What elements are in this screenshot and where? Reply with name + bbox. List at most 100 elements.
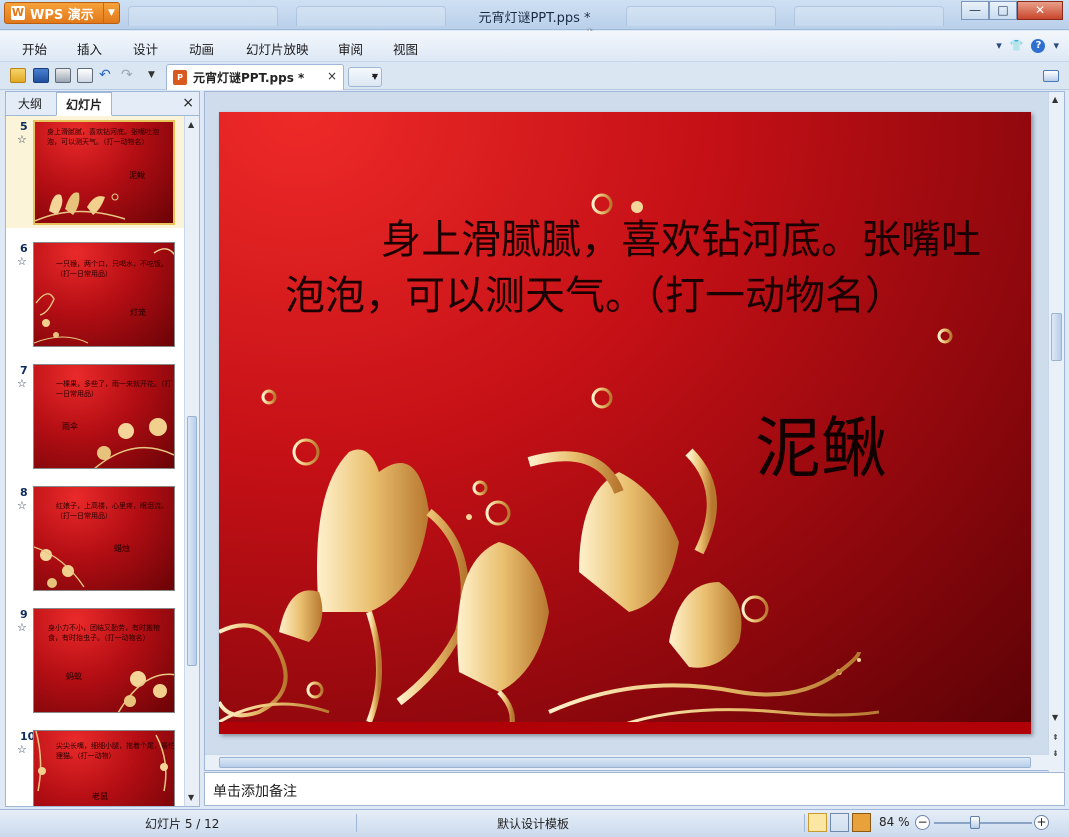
close-tab-icon[interactable]: × (327, 69, 337, 83)
slide-number: 7 (20, 364, 28, 377)
slide-question-text[interactable]: 身上滑腻腻，喜欢钻河底。张嘴吐泡泡，可以测天气。（打一动物名） (285, 212, 985, 324)
animation-star-icon: ☆ (17, 743, 27, 756)
print-preview-icon[interactable] (77, 68, 93, 83)
slide-navigation-panel: 大纲 幻灯片 × 5 ☆ 身上滑腻腻，喜欢钻河底。张嘴吐泡泡，可以测天气。（打一… (5, 91, 200, 807)
menu-item-start[interactable]: 开始 (22, 39, 47, 58)
menu-item-slideshow[interactable]: 幻灯片放映 (246, 39, 309, 58)
tab-slides[interactable]: 幻灯片 (56, 92, 113, 116)
slide-number: 9 (20, 608, 28, 621)
slideshow-view-icon[interactable] (852, 813, 871, 832)
normal-view-icon[interactable] (808, 813, 827, 832)
window-arrange-icon[interactable] (1043, 70, 1059, 82)
zoom-slider-knob[interactable] (970, 816, 980, 829)
slide-thumbnail-image: 尖尖长嘴，细细小腿，拖着个尾，最怕狸猫。（打一动物） 老鼠 (33, 730, 175, 806)
save-icon[interactable] (33, 68, 49, 83)
animation-star-icon: ☆ (17, 377, 27, 390)
slide-answer-text[interactable]: 泥鳅 (755, 395, 887, 491)
slide-number: 6 (20, 242, 28, 255)
next-slide-icon[interactable]: ⇟ (1052, 749, 1059, 758)
divider (804, 814, 805, 832)
quick-access-toolbar: ↶ ↷ ▼ P 元宵灯谜PPT.pps * × + ▼ (0, 61, 1069, 90)
animation-star-icon: ☆ (17, 255, 27, 268)
slide-thumbnail-image: 一棵果，多些了，雨一来就开花。（打一日常用品） 雨伞 (33, 364, 175, 469)
document-tab[interactable]: P 元宵灯谜PPT.pps * × (166, 64, 344, 90)
scrollbar-thumb[interactable] (219, 757, 1031, 768)
presentation-file-icon: P (173, 70, 187, 85)
notes-pane[interactable]: 单击添加备注 (204, 772, 1065, 806)
tab-outline[interactable]: 大纲 (9, 92, 51, 116)
close-panel-icon[interactable]: × (182, 95, 194, 111)
shirt-icon[interactable]: 👕 (1010, 39, 1024, 53)
thumbnail-question: 身上滑腻腻，喜欢钻河底。张嘴吐泡泡，可以测天气。（打一动物名） (47, 128, 159, 146)
slide-bottom-band (219, 722, 1031, 734)
scrollbar-thumb[interactable] (187, 416, 197, 666)
slide-thumbnail-7[interactable]: 7 ☆ 一棵果，多些了，雨一来就开花。（打一日常用品） 雨伞 (6, 360, 184, 472)
menu-item-insert[interactable]: 插入 (77, 39, 102, 58)
flower-decoration (34, 248, 174, 344)
status-bar: 幻灯片 5 / 12 默认设计模板 84 % − + (0, 809, 1069, 837)
undo-icon[interactable]: ↶ (99, 68, 115, 83)
menu-item-animation[interactable]: 动画 (189, 39, 214, 58)
menu-bar: 开始 插入 设计 动画 幻灯片放映 审阅 视图 ▾ 👕 ? ▾ (0, 31, 1069, 61)
zoom-slider-track[interactable] (934, 822, 1032, 824)
scroll-down-icon[interactable]: ▼ (188, 793, 194, 802)
slide-thumbnail-9[interactable]: 9 ☆ 身小力不小，团结又勤劳，有时搬粮食，有时抬虫子。（打一动物名） 蚂蚁 (6, 604, 184, 716)
chevron-down-icon[interactable]: ▼ (372, 68, 378, 86)
new-tab-button[interactable]: + ▼ (348, 67, 382, 87)
document-tab-label: 元宵灯谜PPT.pps * (193, 71, 305, 85)
scroll-down-icon[interactable]: ▼ (1052, 713, 1058, 722)
menu-item-design[interactable]: 设计 (133, 39, 158, 58)
minimize-button[interactable]: — (961, 1, 989, 20)
slide-number: 5 (20, 120, 28, 133)
slide-counter: 幻灯片 5 / 12 (145, 817, 220, 831)
flower-decoration (35, 731, 168, 792)
current-slide[interactable]: 身上滑腻腻，喜欢钻河底。张嘴吐泡泡，可以测天气。（打一动物名） 泥鳅 (219, 112, 1031, 734)
title-bar: W WPS 演示 ▼ 元宵灯谜PPT.pps * — □ ✕ (0, 0, 1069, 30)
flower-decoration (35, 192, 126, 222)
window-title: 元宵灯谜PPT.pps * (478, 11, 591, 26)
flower-decoration (117, 671, 174, 712)
chevron-down-icon[interactable]: ▾ (1053, 39, 1059, 53)
thumbnail-scrollbar[interactable]: ▲ ▼ (184, 116, 199, 806)
menu-item-view[interactable]: 视图 (393, 39, 418, 58)
horizontal-scrollbar[interactable] (205, 754, 1049, 770)
zoom-in-button[interactable]: + (1034, 815, 1049, 830)
thumbnail-list: 5 ☆ 身上滑腻腻，喜欢钻河底。张嘴吐泡泡，可以测天气。（打一动物名） 泥鳅 6… (6, 116, 184, 806)
menu-item-review[interactable]: 审阅 (338, 39, 363, 58)
help-icon[interactable]: ? (1031, 39, 1046, 53)
slide-thumbnail-6[interactable]: 6 ☆ 一只猴，两个口，只喝水，不吃饭。（打一日常用品） 灯笼 (6, 238, 184, 350)
divider (356, 814, 357, 832)
slide-editor: 身上滑腻腻，喜欢钻河底。张嘴吐泡泡，可以测天气。（打一动物名） 泥鳅 ▲ ▼ ⇞… (204, 91, 1065, 772)
slide-thumbnail-image: 身上滑腻腻，喜欢钻河底。张嘴吐泡泡，可以测天气。（打一动物名） 泥鳅 (33, 120, 175, 225)
slide-thumbnail-image: 红娘子，上高楼，心里疼，眼泪流。（打一日常用品） 蜡烛 (33, 486, 175, 591)
golden-tulip-decoration (219, 193, 953, 734)
maximize-button[interactable]: □ (989, 1, 1017, 20)
slide-thumbnail-10[interactable]: 10 ☆ 尖尖长嘴，细细小腿，拖着个尾，最怕狸猫。（打一动物） 老鼠 (6, 726, 184, 806)
slide-thumbnail-5[interactable]: 5 ☆ 身上滑腻腻，喜欢钻河底。张嘴吐泡泡，可以测天气。（打一动物名） 泥鳅 (6, 116, 184, 228)
previous-slide-icon[interactable]: ⇞ (1052, 733, 1059, 742)
scroll-up-icon[interactable]: ▲ (1052, 95, 1058, 104)
animation-star-icon: ☆ (17, 133, 27, 146)
animation-star-icon: ☆ (17, 499, 27, 512)
animation-star-icon: ☆ (17, 621, 27, 634)
print-icon[interactable] (55, 68, 71, 83)
flower-decoration (34, 546, 85, 588)
scroll-up-icon[interactable]: ▲ (188, 120, 194, 129)
flower-decoration (94, 418, 174, 468)
notes-placeholder: 单击添加备注 (213, 784, 297, 800)
vertical-scrollbar[interactable]: ▲ ▼ ⇞ ⇟ (1048, 92, 1064, 772)
slide-number: 8 (20, 486, 28, 499)
open-folder-icon[interactable] (10, 68, 26, 83)
zoom-out-button[interactable]: − (915, 815, 930, 830)
slide-thumbnail-image: 身小力不小，团结又勤劳，有时搬粮食，有时抬虫子。（打一动物名） 蚂蚁 (33, 608, 175, 713)
design-template-name: 默认设计模板 (497, 817, 570, 831)
customize-toolbar-icon[interactable]: ▼ (148, 68, 164, 83)
zoom-level: 84 % (879, 815, 910, 829)
slide-thumbnail-image: 一只猴，两个口，只喝水，不吃饭。（打一日常用品） 灯笼 (33, 242, 175, 347)
scrollbar-thumb[interactable] (1051, 313, 1062, 361)
slide-sorter-view-icon[interactable] (830, 813, 849, 832)
redo-icon[interactable]: ↷ (121, 68, 137, 83)
chevron-down-icon[interactable]: ▾ (996, 39, 1002, 53)
close-button[interactable]: ✕ (1017, 1, 1063, 20)
slide-thumbnail-8[interactable]: 8 ☆ 红娘子，上高楼，心里疼，眼泪流。（打一日常用品） 蜡烛 (6, 482, 184, 594)
